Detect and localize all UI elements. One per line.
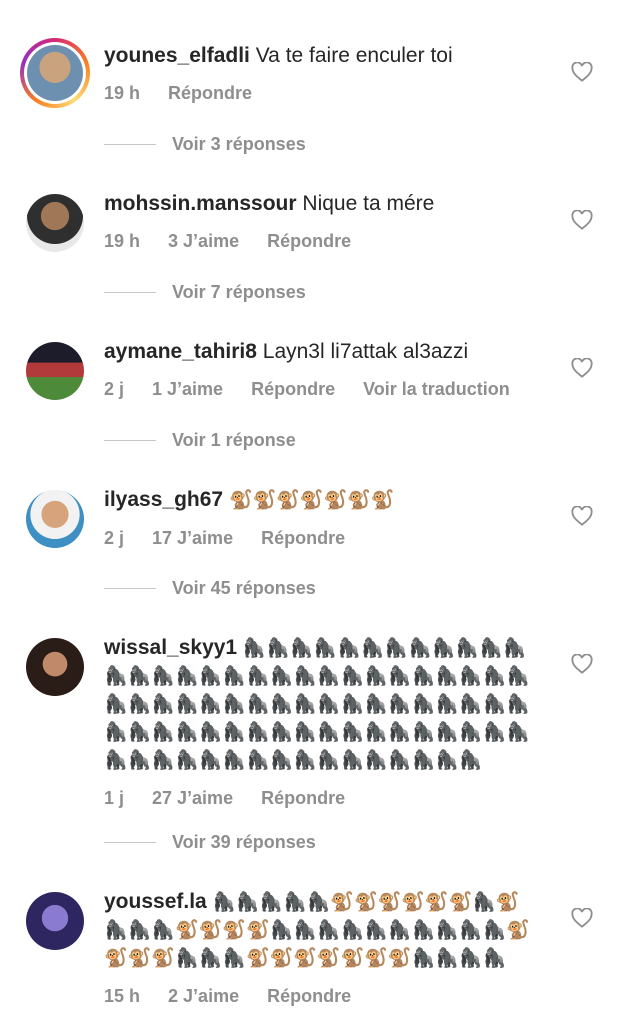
comment-text: Layn3l li7attak al3azzi: [262, 340, 469, 363]
username[interactable]: younes_elfadli: [104, 44, 250, 67]
view-replies[interactable]: Voir 3 réponses: [104, 134, 306, 155]
avatar[interactable]: [26, 194, 84, 252]
like-heart-icon[interactable]: [571, 358, 593, 378]
comment-text: Va te faire enculer toi: [255, 44, 453, 67]
avatar[interactable]: [26, 490, 84, 548]
comment-body: wissal_skyy1 🦍🦍🦍🦍🦍🦍🦍🦍🦍🦍🦍🦍🦍🦍🦍🦍🦍🦍🦍🦍🦍🦍🦍🦍🦍🦍🦍…: [104, 634, 531, 811]
likes-count[interactable]: 27 J’aime: [152, 788, 233, 808]
view-replies-label[interactable]: Voir 39 réponses: [172, 832, 316, 853]
replies-divider: [104, 440, 156, 441]
avatar-photo: [26, 194, 84, 252]
avatar[interactable]: [26, 892, 84, 950]
like-heart-icon[interactable]: [571, 210, 593, 230]
replies-divider: [104, 144, 156, 145]
avatar[interactable]: [20, 38, 90, 108]
comment-text-line: youssef.la 🦍🦍🦍🦍🦍🐒🐒🐒🐒🐒🐒🦍🐒🦍🦍🦍🐒🐒🐒🐒🦍🦍🦍🦍🦍🦍🦍🦍🦍…: [104, 888, 531, 973]
avatar-photo: [26, 892, 84, 950]
reply-button[interactable]: Répondre: [267, 986, 351, 1006]
timestamp: 19 h: [104, 231, 141, 251]
username[interactable]: wissal_skyy1: [104, 636, 237, 659]
reply-button[interactable]: Répondre: [168, 83, 252, 103]
reply-button[interactable]: Répondre: [267, 231, 351, 251]
comment-body: aymane_tahiri8 Layn3l li7attak al3azzi 2…: [104, 338, 557, 402]
avatar-photo: [26, 342, 84, 400]
likes-count[interactable]: 3 J’aime: [168, 231, 239, 251]
avatar-photo: [26, 638, 84, 696]
timestamp: 2 j: [104, 528, 125, 548]
avatar-photo: [27, 45, 83, 101]
username[interactable]: ilyass_gh67: [104, 488, 223, 511]
comment-text: Nique ta mére: [302, 192, 435, 215]
comment-text-line: aymane_tahiri8 Layn3l li7attak al3azzi: [104, 338, 557, 366]
likes-count[interactable]: 1 J’aime: [152, 379, 223, 399]
like-heart-icon[interactable]: [571, 908, 593, 928]
comment-meta: 19 h Répondre: [104, 80, 557, 106]
likes-count[interactable]: 2 J’aime: [168, 986, 239, 1006]
view-replies[interactable]: Voir 1 réponse: [104, 430, 296, 451]
avatar-ring-inner: [24, 42, 86, 104]
reply-button[interactable]: Répondre: [261, 788, 345, 808]
replies-divider: [104, 842, 156, 843]
comment-body: younes_elfadli Va te faire enculer toi 1…: [104, 42, 557, 106]
comment-text-line: younes_elfadli Va te faire enculer toi: [104, 42, 557, 70]
avatar[interactable]: [26, 638, 84, 696]
comment-body: ilyass_gh67 🐒🐒🐒🐒🐒🐒🐒 2 j 17 J’aime Répondre: [104, 486, 557, 551]
comment-body: mohssin.manssour Nique ta mére 19 h 3 J’a…: [104, 190, 557, 254]
username[interactable]: youssef.la: [104, 890, 207, 913]
view-replies[interactable]: Voir 39 réponses: [104, 832, 316, 853]
username[interactable]: aymane_tahiri8: [104, 340, 257, 363]
comment-meta: 2 j 1 J’aime Répondre Voir la traduction: [104, 376, 557, 402]
avatar[interactable]: [26, 342, 84, 400]
timestamp: 2 j: [104, 379, 125, 399]
view-replies[interactable]: Voir 45 réponses: [104, 578, 316, 599]
like-heart-icon[interactable]: [571, 62, 593, 82]
comment-text-line: mohssin.manssour Nique ta mére: [104, 190, 557, 218]
likes-count[interactable]: 17 J’aime: [152, 528, 233, 548]
replies-divider: [104, 588, 156, 589]
like-heart-icon[interactable]: [571, 654, 593, 674]
replies-divider: [104, 292, 156, 293]
timestamp: 19 h: [104, 83, 141, 103]
timestamp: 15 h: [104, 986, 141, 1006]
timestamp: 1 j: [104, 788, 125, 808]
comment-body: youssef.la 🦍🦍🦍🦍🦍🐒🐒🐒🐒🐒🐒🦍🐒🦍🦍🦍🐒🐒🐒🐒🦍🦍🦍🦍🦍🦍🦍🦍🦍…: [104, 888, 531, 1009]
view-replies-label[interactable]: Voir 3 réponses: [172, 134, 306, 155]
view-replies-label[interactable]: Voir 45 réponses: [172, 578, 316, 599]
view-replies-label[interactable]: Voir 7 réponses: [172, 282, 306, 303]
username[interactable]: mohssin.manssour: [104, 192, 297, 215]
like-heart-icon[interactable]: [571, 506, 593, 526]
avatar-photo: [26, 490, 84, 548]
reply-button[interactable]: Répondre: [261, 528, 345, 548]
comment-text-line: wissal_skyy1 🦍🦍🦍🦍🦍🦍🦍🦍🦍🦍🦍🦍🦍🦍🦍🦍🦍🦍🦍🦍🦍🦍🦍🦍🦍🦍🦍…: [104, 634, 531, 775]
view-replies-label[interactable]: Voir 1 réponse: [172, 430, 296, 451]
comment-meta: 15 h 2 J’aime Répondre: [104, 983, 531, 1009]
see-translation-link[interactable]: Voir la traduction: [363, 379, 510, 399]
view-replies[interactable]: Voir 7 réponses: [104, 282, 306, 303]
reply-button[interactable]: Répondre: [251, 379, 335, 399]
comment-text-line: ilyass_gh67 🐒🐒🐒🐒🐒🐒🐒: [104, 486, 557, 515]
comment-meta: 1 j 27 J’aime Répondre: [104, 785, 531, 811]
comment-meta: 19 h 3 J’aime Répondre: [104, 228, 557, 254]
comment-meta: 2 j 17 J’aime Répondre: [104, 525, 557, 551]
comment-text: 🐒🐒🐒🐒🐒🐒🐒: [228, 490, 395, 511]
